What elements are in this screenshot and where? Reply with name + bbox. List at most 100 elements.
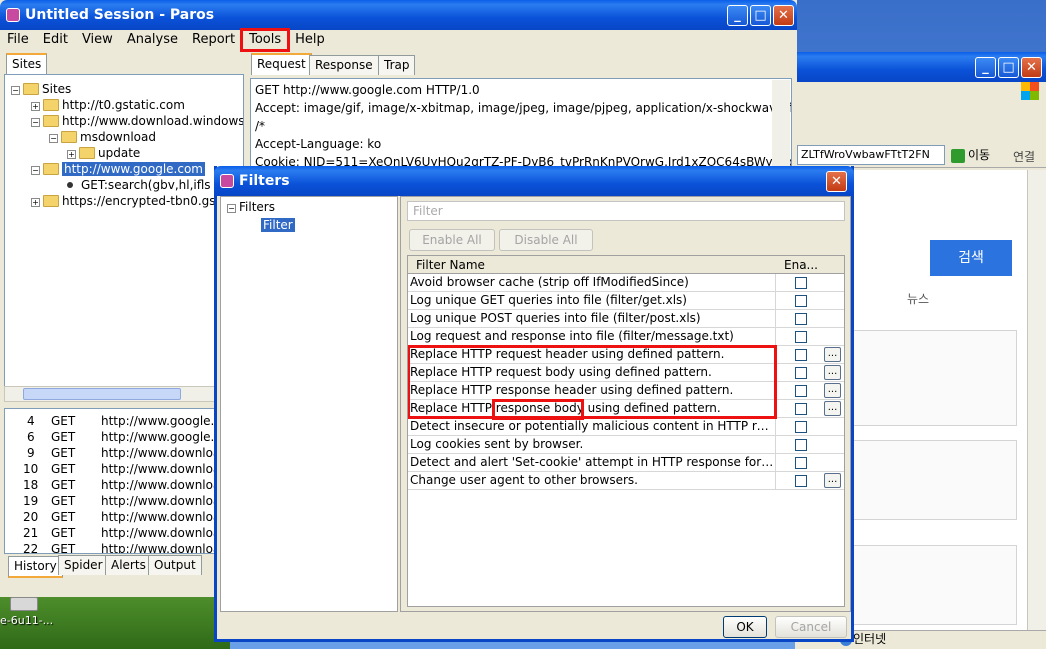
collapse-icon[interactable]: − bbox=[11, 86, 20, 95]
table-row[interactable]: 18 GET http://www.download bbox=[5, 477, 215, 493]
configure-button[interactable]: ... bbox=[824, 365, 841, 380]
enable-checkbox[interactable] bbox=[795, 475, 807, 487]
tab-output[interactable]: Output bbox=[148, 555, 202, 575]
enable-checkbox[interactable] bbox=[795, 439, 807, 451]
scroll-thumb[interactable] bbox=[23, 388, 181, 400]
request-scrollbar[interactable] bbox=[772, 80, 790, 168]
menu-help[interactable]: Help bbox=[288, 30, 332, 50]
expand-icon[interactable]: + bbox=[31, 102, 40, 111]
minimize-button[interactable]: _ bbox=[975, 57, 996, 78]
tree-node[interactable]: + update bbox=[67, 145, 140, 161]
table-row[interactable]: Log unique POST queries into file (filte… bbox=[408, 310, 844, 328]
enable-checkbox[interactable] bbox=[795, 403, 807, 415]
tab-response[interactable]: Response bbox=[309, 55, 379, 75]
tree-node-filter[interactable]: Filter bbox=[261, 217, 295, 233]
menu-edit[interactable]: Edit bbox=[36, 30, 75, 50]
expand-icon[interactable]: + bbox=[67, 150, 76, 159]
disable-all-button[interactable]: Disable All bbox=[499, 229, 593, 251]
tree-node[interactable]: + http://t0.gstatic.com bbox=[31, 97, 185, 113]
configure-button[interactable]: ... bbox=[824, 347, 841, 362]
table-row[interactable]: 6GEThttp://www.google.com bbox=[5, 429, 215, 445]
table-row[interactable]: 22 GET http://www.download bbox=[5, 541, 215, 553]
filter-field[interactable]: Filter bbox=[407, 201, 845, 221]
enable-checkbox[interactable] bbox=[795, 313, 807, 325]
column-header-enabled[interactable]: Ena... bbox=[784, 256, 818, 274]
table-row[interactable]: 9 GET http://www.download bbox=[5, 445, 215, 461]
table-row[interactable]: Avoid browser cache (strip off IfModifie… bbox=[408, 274, 844, 292]
table-row[interactable]: Detect and alert 'Set-cookie' attempt in… bbox=[408, 454, 844, 472]
sites-scrollbar[interactable] bbox=[4, 386, 244, 402]
request-line: Accept: image/gif, image/x-xbitmap, imag… bbox=[255, 101, 792, 115]
menu-analyse[interactable]: Analyse bbox=[120, 30, 185, 50]
configure-button[interactable]: ... bbox=[824, 383, 841, 398]
collapse-icon[interactable]: − bbox=[31, 118, 40, 127]
table-row[interactable]: Detect insecure or potentially malicious… bbox=[408, 418, 844, 436]
table-row[interactable]: 4GEThttp://www.google.com bbox=[5, 413, 215, 429]
tree-node[interactable]: −http://www.download.windowsupdate.com bbox=[31, 113, 243, 129]
folder-icon bbox=[23, 83, 39, 95]
filter-table: Filter Name Ena... Avoid browser cache (… bbox=[407, 255, 845, 607]
sites-tree: − Sites + http://t0.gstatic.com − http://ww… bbox=[4, 74, 244, 402]
enable-checkbox[interactable] bbox=[795, 295, 807, 307]
tree-node-sites[interactable]: − Sites bbox=[11, 81, 71, 97]
filter-panel: Filter Enable All Disable All Filter Nam… bbox=[400, 196, 851, 612]
tab-sites[interactable]: Sites bbox=[6, 53, 48, 75]
enable-checkbox[interactable] bbox=[795, 277, 807, 289]
tree-node-selected[interactable]: − http://www.google.com bbox=[31, 161, 205, 177]
search-button[interactable]: 검색 bbox=[930, 240, 1012, 276]
enable-checkbox[interactable] bbox=[795, 331, 807, 343]
menu-report[interactable]: Report bbox=[185, 30, 242, 50]
table-row[interactable]: Log request and response into file (filt… bbox=[408, 328, 844, 346]
ok-button[interactable]: OK bbox=[723, 616, 767, 638]
tree-node[interactable]: − msdownload bbox=[49, 129, 156, 145]
tab-spider[interactable]: Spider bbox=[58, 555, 109, 575]
cancel-button[interactable]: Cancel bbox=[775, 616, 847, 638]
table-row[interactable]: 19 GET http://www.download bbox=[5, 493, 215, 509]
table-row[interactable]: 21 GET http://www.download bbox=[5, 525, 215, 541]
table-row[interactable]: Change user agent to other browsers.... bbox=[408, 472, 844, 490]
browser-scrollbar[interactable] bbox=[1027, 170, 1046, 630]
table-row[interactable]: Log unique GET queries into file (filter… bbox=[408, 292, 844, 310]
go-button[interactable]: 이동 bbox=[951, 146, 990, 163]
column-header-name[interactable]: Filter Name bbox=[416, 256, 485, 274]
menu-view[interactable]: View bbox=[75, 30, 120, 50]
enable-all-button[interactable]: Enable All bbox=[409, 229, 495, 251]
table-row[interactable]: 20 GET http://www.download bbox=[5, 509, 215, 525]
minimize-button[interactable]: _ bbox=[727, 5, 748, 26]
menu-tools[interactable]: Tools bbox=[240, 28, 291, 52]
tab-trap[interactable]: Trap bbox=[378, 55, 416, 75]
tab-alerts[interactable]: Alerts bbox=[105, 555, 152, 575]
enable-checkbox[interactable] bbox=[795, 349, 807, 361]
address-input[interactable]: ZLTfWroVwbawFTtT2FN bbox=[797, 145, 945, 165]
table-row[interactable]: 10 GET http://www.download bbox=[5, 461, 215, 477]
tree-node[interactable]: GET:search(gbv,hl,ifls bbox=[67, 177, 211, 193]
collapse-icon[interactable]: − bbox=[49, 134, 58, 143]
menu-file[interactable]: File bbox=[0, 30, 36, 50]
enable-checkbox[interactable] bbox=[795, 367, 807, 379]
filter-tree: − Filters Filter bbox=[220, 196, 398, 612]
tab-history[interactable]: History bbox=[8, 556, 63, 578]
maximize-button[interactable]: □ bbox=[998, 57, 1019, 78]
close-button[interactable]: ✕ bbox=[826, 171, 847, 192]
tree-node[interactable]: +https://encrypted-tbn0.gstatic.com bbox=[31, 193, 243, 209]
table-row[interactable]: Log cookies sent by browser. bbox=[408, 436, 844, 454]
maximize-button[interactable]: □ bbox=[750, 5, 771, 26]
tree-node-filters[interactable]: − Filters bbox=[227, 199, 275, 215]
desktop-icon[interactable] bbox=[10, 597, 38, 611]
configure-button[interactable]: ... bbox=[824, 401, 841, 416]
tab-request[interactable]: Request bbox=[251, 53, 312, 75]
configure-button[interactable]: ... bbox=[824, 473, 841, 488]
close-button[interactable]: ✕ bbox=[1021, 57, 1042, 78]
request-viewer[interactable]: GET http://www.google.com HTTP/1.0 Accep… bbox=[250, 78, 792, 168]
links-label[interactable]: 연결 bbox=[1013, 148, 1035, 165]
enable-checkbox[interactable] bbox=[795, 421, 807, 433]
highlight-box bbox=[492, 399, 584, 420]
enable-checkbox[interactable] bbox=[795, 457, 807, 469]
news-link[interactable]: 뉴스 bbox=[907, 290, 929, 307]
dialog-title: Filters bbox=[239, 173, 290, 189]
close-button[interactable]: ✕ bbox=[773, 5, 794, 26]
collapse-icon[interactable]: − bbox=[227, 204, 236, 213]
enable-checkbox[interactable] bbox=[795, 385, 807, 397]
expand-icon[interactable]: + bbox=[31, 198, 40, 207]
collapse-icon[interactable]: − bbox=[31, 166, 40, 175]
